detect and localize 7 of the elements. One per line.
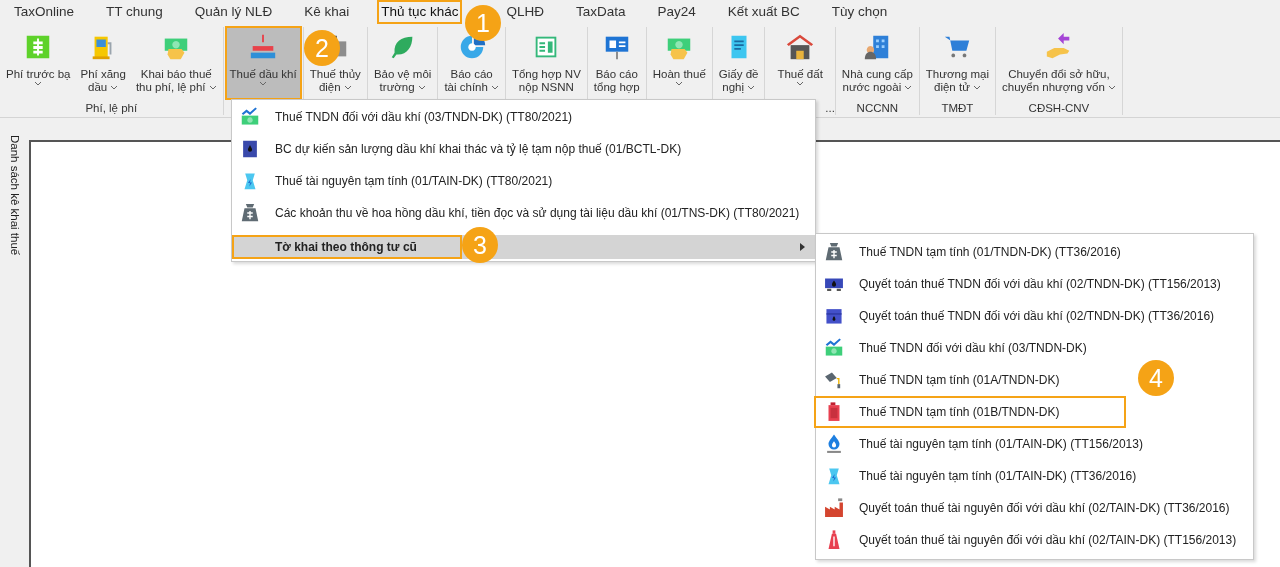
step-badge: 2 <box>304 30 340 66</box>
group-label: TMĐT <box>941 102 974 114</box>
group-label: CĐSH-CNV <box>1028 102 1090 114</box>
group-label: Phí, lệ phí <box>85 102 138 114</box>
step-badge: 1 <box>465 5 501 41</box>
group-label: ... <box>825 102 835 114</box>
group-label: NCCNN <box>856 102 899 114</box>
